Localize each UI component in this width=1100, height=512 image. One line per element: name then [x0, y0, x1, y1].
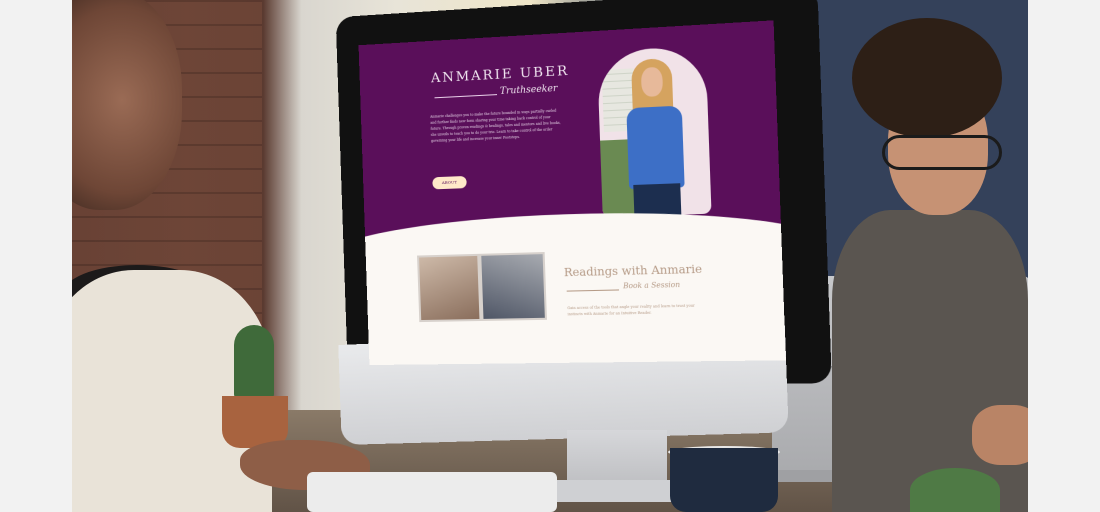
portrait-shirt	[626, 106, 684, 190]
hero-name: ANMARIE UBER	[429, 63, 572, 86]
hero-divider	[435, 94, 498, 98]
coffee-mug	[670, 448, 778, 512]
succulent-plant	[910, 468, 1000, 512]
section-divider	[567, 289, 619, 291]
hero-role: Truthseeker	[500, 84, 558, 97]
about-button[interactable]: ABOUT	[432, 176, 467, 189]
book-session-link[interactable]: Book a Session	[623, 281, 680, 291]
person-right-hair	[852, 18, 1002, 138]
website-screen: ANMARIE UBER Truthseeker Anmarie challen…	[359, 20, 786, 365]
portrait-face	[641, 67, 663, 97]
office-scene: ANMARIE UBER Truthseeker Anmarie challen…	[72, 0, 1028, 512]
keyboard	[307, 472, 557, 512]
hero-section: ANMARIE UBER Truthseeker Anmarie challen…	[359, 20, 782, 241]
person-left-head	[72, 0, 182, 210]
portrait-photo-icon	[597, 45, 712, 217]
portrait-pants	[633, 183, 681, 216]
person-right-hand	[972, 405, 1028, 465]
glasses-icon	[882, 135, 1002, 170]
person-right	[832, 0, 1028, 512]
hero-bio: Anmarie challenges you to make the futur…	[430, 107, 563, 144]
photo-tarot	[419, 256, 479, 320]
cactus-plant	[234, 325, 274, 400]
photo-collage-icon	[417, 252, 547, 322]
photo-cards	[481, 254, 545, 319]
person-right-shirt	[832, 210, 1028, 512]
section-text: Gain access of the tools that angle your…	[567, 302, 705, 317]
